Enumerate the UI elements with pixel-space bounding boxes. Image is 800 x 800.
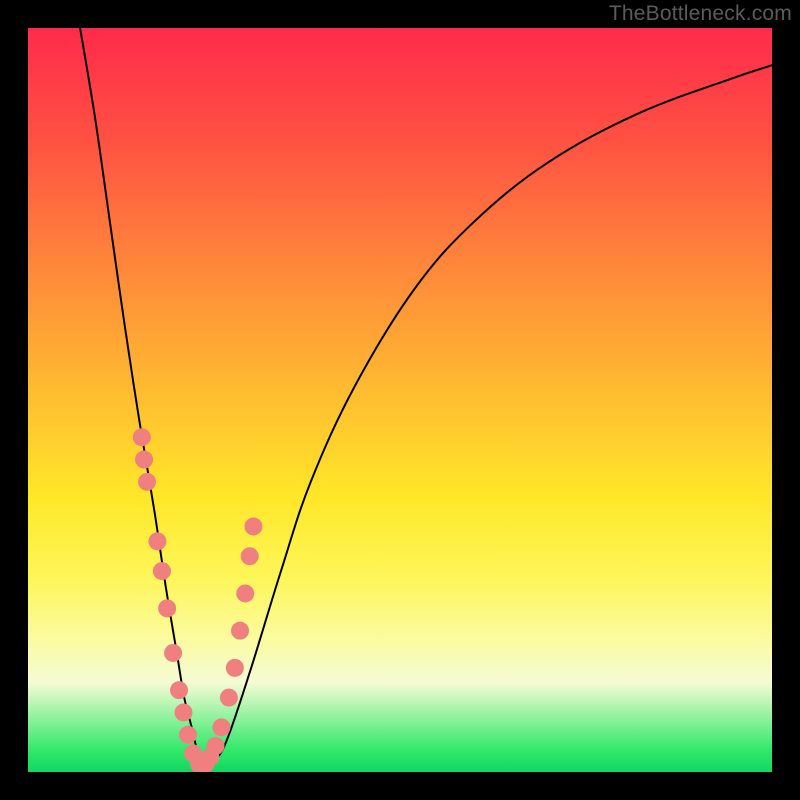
chart-frame: TheBottleneck.com (0, 0, 800, 800)
chart-svg (28, 28, 772, 772)
highlight-marker (133, 428, 151, 446)
highlight-marker (236, 584, 254, 602)
highlight-marker (170, 681, 188, 699)
highlight-marker (241, 547, 259, 565)
highlight-marker (138, 473, 156, 491)
bottleneck-curve (80, 28, 772, 765)
highlight-marker (244, 517, 262, 535)
highlight-marker (135, 451, 153, 469)
highlight-marker (175, 703, 193, 721)
highlight-marker (148, 532, 166, 550)
highlight-marker (220, 689, 238, 707)
highlight-marker (226, 659, 244, 677)
highlight-marker (158, 599, 176, 617)
highlight-marker (164, 644, 182, 662)
highlight-marker (206, 737, 224, 755)
highlight-marker (179, 726, 197, 744)
highlight-marker (153, 562, 171, 580)
highlight-marker (231, 622, 249, 640)
highlight-marker (212, 718, 230, 736)
plot-area (28, 28, 772, 772)
watermark-text: TheBottleneck.com (609, 2, 792, 26)
